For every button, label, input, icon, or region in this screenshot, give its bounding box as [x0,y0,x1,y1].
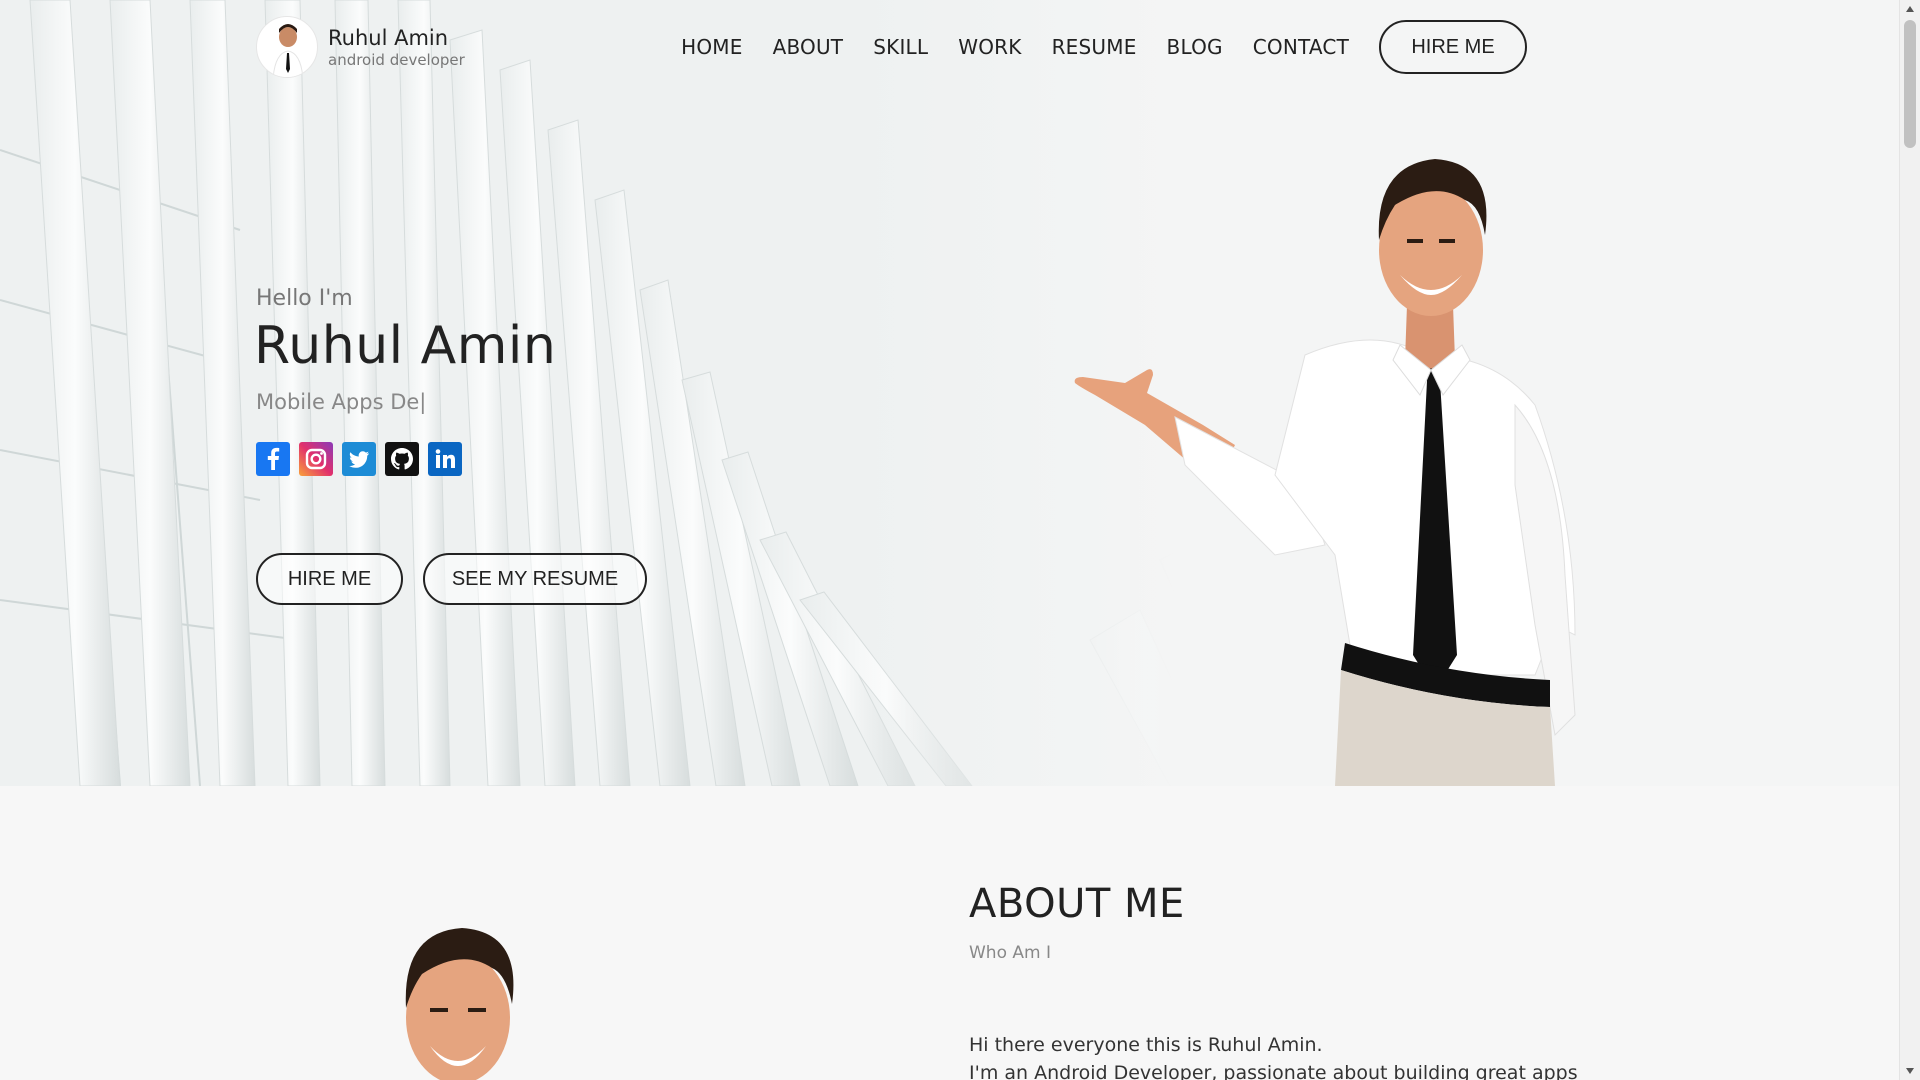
nav-skill[interactable]: SKILL [873,20,928,74]
linkedin-icon[interactable] [428,442,462,476]
nav-home[interactable]: HOME [681,20,742,74]
nav-about[interactable]: ABOUT [773,20,844,74]
scroll-up-arrow-icon[interactable] [1900,0,1920,18]
about-description-line: I'm an Android Developer, passionate abo… [969,1062,1578,1080]
hero-section: Ruhul Amin android developer HOME ABOUT … [0,0,1899,786]
nav-work[interactable]: WORK [958,20,1021,74]
page-scrollbar[interactable] [1899,0,1920,1080]
brand[interactable]: Ruhul Amin android developer [256,16,465,78]
scroll-down-arrow-icon[interactable] [1900,1062,1920,1080]
hero-greeting: Hello I'm [256,286,353,311]
see-resume-button[interactable]: SEE MY RESUME [423,553,647,605]
brand-name: Ruhul Amin [328,26,449,50]
hero-typed-role: Mobile Apps De| [256,390,427,414]
twitter-icon[interactable] [342,442,376,476]
page: Ruhul Amin android developer HOME ABOUT … [0,0,1899,1080]
main-nav: HOME ABOUT SKILL WORK RESUME BLOG CONTAC… [651,20,1527,74]
about-title: ABOUT ME [969,881,1185,927]
hero-name: Ruhul Amin [254,316,557,376]
hero-hire-me-button[interactable]: HIRE ME [256,553,403,605]
facebook-icon[interactable] [256,442,290,476]
nav-resume[interactable]: RESUME [1052,20,1137,74]
about-intro-line: Hi there everyone this is Ruhul Amin. [969,1034,1323,1056]
nav-hire-me-button[interactable]: HIRE ME [1379,20,1527,74]
about-section: ABOUT ME Who Am I Hi there everyone this… [0,786,1899,1080]
instagram-icon[interactable] [299,442,333,476]
github-icon[interactable] [385,442,419,476]
nav-contact[interactable]: CONTACT [1253,20,1349,74]
nav-blog[interactable]: BLOG [1167,20,1223,74]
social-links [256,442,471,476]
brand-avatar [256,16,318,78]
scrollbar-thumb[interactable] [1904,20,1916,148]
hero-portrait-image [1074,159,1576,786]
about-subtitle: Who Am I [969,943,1051,963]
about-portrait-image [405,928,514,1080]
hero-actions: HIRE ME SEE MY RESUME [256,553,667,605]
brand-role: android developer [328,51,465,69]
